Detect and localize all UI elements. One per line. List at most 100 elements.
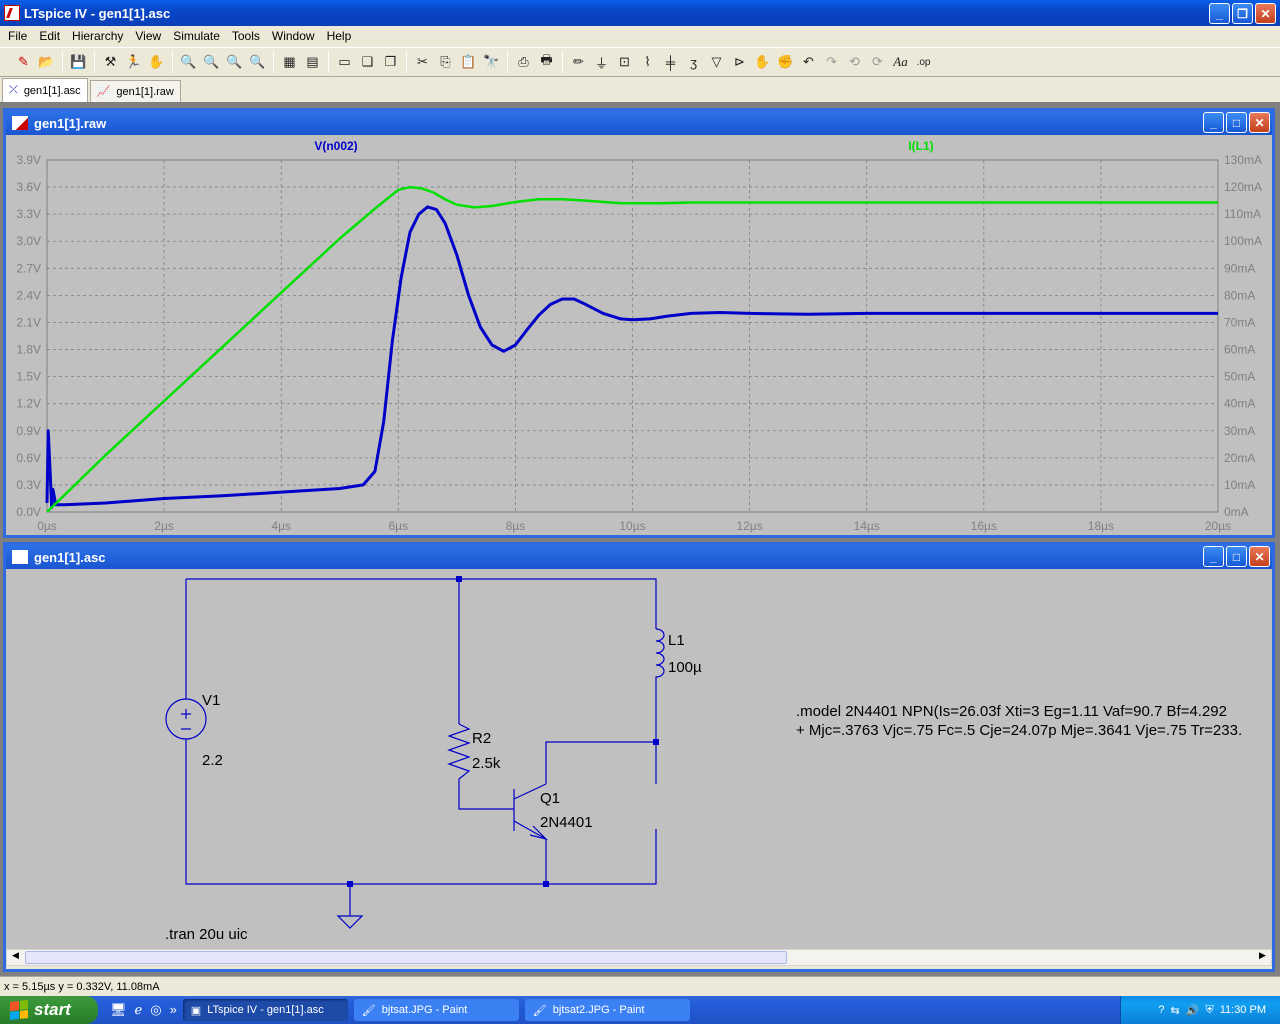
task-paint-2[interactable]: 🖌 bjtsat2.JPG - Paint [524, 999, 690, 1021]
schematic-canvas[interactable]: V1 2.2 R2 2.5k Q1 2N4401 L1 100µ .tran 2… [6, 569, 1272, 949]
horizontal-scrollbar[interactable]: ◀ ▶ [6, 949, 1272, 966]
show-desktop-icon[interactable]: 🖥 [110, 1002, 127, 1018]
q1-value: 2N4401 [540, 814, 593, 831]
cascade-icon[interactable]: ❏ [356, 51, 379, 73]
restore-button[interactable]: ❐ [1232, 3, 1253, 24]
junction-dot [653, 739, 659, 745]
copy-icon[interactable]: ⎘ [434, 51, 457, 73]
zoom-in-icon[interactable]: 🔍 [177, 51, 200, 73]
print-icon[interactable]: 🖶 [535, 51, 558, 73]
redo-icon[interactable]: ↷ [820, 51, 843, 73]
menu-edit[interactable]: Edit [33, 29, 66, 43]
menu-file[interactable]: File [2, 29, 33, 43]
menu-tools[interactable]: Tools [226, 29, 266, 43]
start-button[interactable]: start [0, 996, 98, 1024]
scroll-thumb[interactable] [25, 951, 787, 964]
menu-help[interactable]: Help [321, 29, 358, 43]
task-ltspice[interactable]: ▣ LTspice IV - gen1[1].asc [182, 999, 348, 1021]
y-right-tick-label: 30mA [1224, 424, 1255, 438]
menu-hierarchy[interactable]: Hierarchy [66, 29, 129, 43]
menu-simulate[interactable]: Simulate [167, 29, 226, 43]
menu-view[interactable]: View [129, 29, 167, 43]
waveform-maximize-button[interactable]: □ [1226, 112, 1247, 133]
quick-launch: 🖥 ℯ ◎ » [110, 1002, 177, 1018]
find-icon[interactable]: 🔭 [480, 51, 503, 73]
mirror-icon[interactable]: ⟳ [866, 51, 889, 73]
run-icon[interactable]: 🏃 [122, 51, 145, 73]
new-schematic-icon[interactable]: ✎ [12, 51, 35, 73]
minimize-button[interactable]: _ [1209, 3, 1230, 24]
media-icon[interactable]: ◎ [150, 1002, 161, 1018]
waveform-minimize-button[interactable]: _ [1203, 112, 1224, 133]
y-right-tick-label: 0mA [1224, 505, 1249, 519]
q1-name: Q1 [540, 790, 560, 807]
ground-symbol [336, 915, 364, 929]
scroll-right-button[interactable]: ▶ [1254, 950, 1271, 965]
trace-label-current: I(L1) [908, 139, 933, 153]
text-icon[interactable]: Aa [889, 51, 912, 73]
spice-directive-icon[interactable]: .op [912, 51, 935, 73]
volume-icon[interactable]: 🔊 [1186, 1004, 1200, 1017]
menu-window[interactable]: Window [266, 29, 321, 43]
waveform-close-button[interactable]: ✕ [1249, 112, 1270, 133]
waveform-chart[interactable]: 0µs 2µs 4µs 6µs 8µs 10µs 12µs 14µs 16µs 18µs 20µs0… [6, 135, 1272, 535]
schematic-drawing[interactable]: V1 2.2 R2 2.5k Q1 2N4401 L1 100µ .tran 2… [6, 569, 1272, 949]
tab-waveform[interactable]: 📈 gen1[1].raw [89, 80, 181, 102]
label-net-icon[interactable]: ⊡ [613, 51, 636, 73]
capacitor-icon[interactable]: ╪ [659, 51, 682, 73]
y-right-tick-label: 40mA [1224, 397, 1255, 411]
inductor-icon[interactable]: ʒ [682, 51, 705, 73]
y-left-tick-label: 3.9V [16, 153, 41, 167]
y-left-tick-label: 0.0V [16, 505, 41, 519]
waveform-window: gen1[1].raw _ □ ✕ 0µs 2µs 4µs 6µs 8µs 10µs 12µ… [3, 108, 1275, 538]
tab-schematic[interactable]: ⤫ gen1[1].asc [2, 78, 88, 102]
paste-icon[interactable]: 📋 [457, 51, 480, 73]
network-icon[interactable]: ⇆ [1171, 1004, 1180, 1017]
rotate-icon[interactable]: ⟲ [843, 51, 866, 73]
x-tick-label: 16µs [971, 519, 997, 533]
undo-icon[interactable]: ↶ [797, 51, 820, 73]
diode-icon[interactable]: ▽ [705, 51, 728, 73]
tile-vertical-icon[interactable]: ❐ [379, 51, 402, 73]
waveform-plot-area[interactable]: 0µs 2µs 4µs 6µs 8µs 10µs 12µs 14µs 16µs 18µs 20µs 0… [6, 135, 1272, 535]
save-icon[interactable]: 💾 [67, 51, 90, 73]
security-icon[interactable]: ⛨ [1205, 1004, 1213, 1017]
wire-collector [545, 741, 656, 784]
paint-icon: 🖌 [532, 1004, 547, 1017]
y-right-tick-label: 60mA [1224, 343, 1255, 357]
tile-horizontal-icon[interactable]: ▭ [333, 51, 356, 73]
document-tabs: ⤫ gen1[1].asc 📈 gen1[1].raw [0, 78, 1280, 102]
open-icon[interactable]: 📂 [35, 51, 58, 73]
waveform-window-title: gen1[1].raw [34, 115, 107, 131]
v1-name: V1 [202, 692, 220, 709]
zoom-fit-icon[interactable]: 🔍 [246, 51, 269, 73]
resistor-icon[interactable]: ⌇ [636, 51, 659, 73]
status-bar: x = 5.15µs y = 0.332V, 11.08mA [0, 976, 1280, 996]
task-paint-1[interactable]: 🖌 bjtsat.JPG - Paint [353, 999, 519, 1021]
ground-icon[interactable]: ⏚ [590, 51, 613, 73]
scroll-left-button[interactable]: ◀ [7, 950, 24, 965]
windows-logo-icon [10, 1000, 28, 1020]
schematic-close-button[interactable]: ✕ [1249, 546, 1270, 567]
move-icon[interactable]: ✋ [751, 51, 774, 73]
close-button[interactable]: ✕ [1255, 3, 1276, 24]
help-icon[interactable]: ? [1158, 1004, 1164, 1016]
schematic-minimize-button[interactable]: _ [1203, 546, 1224, 567]
ltspice-icon: ▣ [190, 1004, 202, 1017]
halt-icon[interactable]: ✋ [145, 51, 168, 73]
autorange-icon[interactable]: ▦ [278, 51, 301, 73]
x-tick-label: 10µs [619, 519, 645, 533]
drag-icon[interactable]: ✊ [774, 51, 797, 73]
zoom-out-icon[interactable]: 🔍 [223, 51, 246, 73]
grid-icon[interactable]: ▤ [301, 51, 324, 73]
internet-explorer-icon[interactable]: ℯ [135, 1002, 143, 1018]
quick-launch-more-icon[interactable]: » [170, 1002, 177, 1018]
l1-value: 100µ [668, 659, 702, 676]
zoom-pan-icon[interactable]: 🔍 [200, 51, 223, 73]
schematic-maximize-button[interactable]: □ [1226, 546, 1247, 567]
draw-wire-icon[interactable]: ✏ [567, 51, 590, 73]
component-icon[interactable]: ⊳ [728, 51, 751, 73]
print-setup-icon[interactable]: ⎙ [512, 51, 535, 73]
control-panel-icon[interactable]: ⚒ [99, 51, 122, 73]
cut-icon[interactable]: ✂ [411, 51, 434, 73]
